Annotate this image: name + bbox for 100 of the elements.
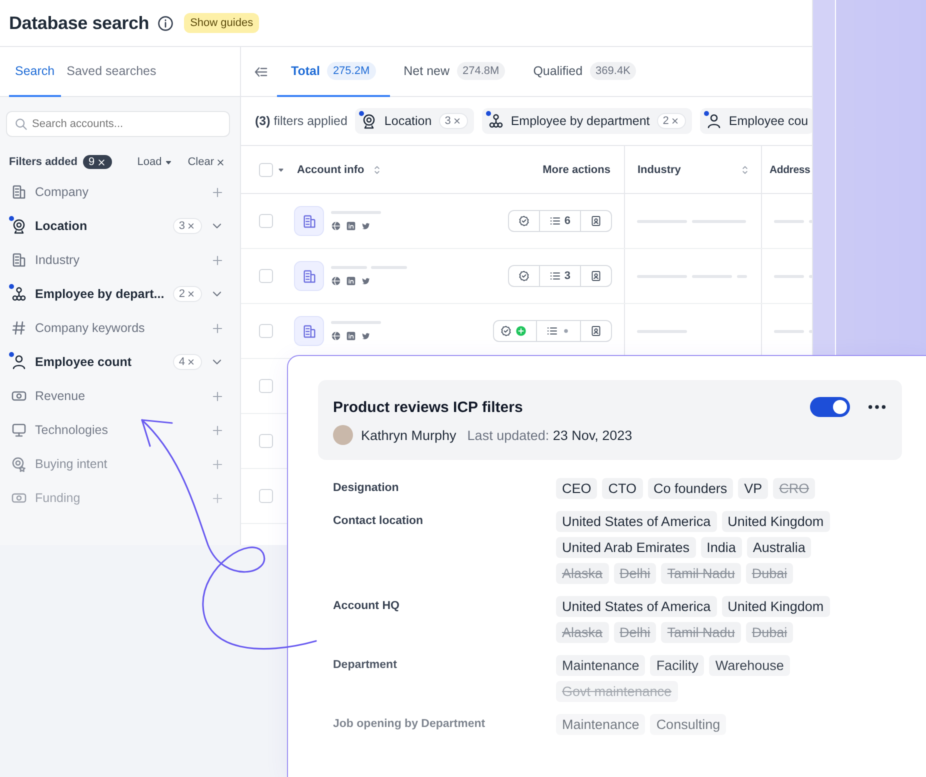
section-label: Department [333,658,398,673]
filter-count-badge: 9 [83,155,112,169]
square-logo-icon [346,221,356,231]
filter-tag: United Arab Emirates [556,537,696,558]
bird-icon [361,276,371,286]
add-icon [514,325,526,337]
close-icon [452,116,462,126]
plus-icon [211,492,224,504]
clear-button[interactable]: Clear [184,156,230,168]
filter-chip[interactable]: Employee by department 2 [482,108,692,134]
search-icon [14,117,28,131]
card-title: Product reviews ICP filters [333,398,524,416]
filter-tag: Tamil Nadu [661,563,741,584]
filter-tag: Warehouse [709,655,790,676]
plus-icon [211,322,224,334]
toggle-switch[interactable] [810,397,850,417]
filter-tag: Alaska [556,622,609,643]
monitor-icon [11,422,27,438]
filter-tag: Alaska [556,563,609,584]
plus-icon [211,458,224,470]
last-updated-text: Last updated: 23 Nov, 2023 [467,428,632,442]
row-checkbox[interactable] [259,324,273,338]
result-tab[interactable]: Qualified 369.4K [519,48,650,96]
filter-tag: CTO [602,478,643,499]
page-title: Database search [9,12,150,34]
column-header[interactable]: Industry [638,164,681,176]
filter-tag: Co founders [648,478,734,499]
row-checkbox[interactable] [259,434,273,448]
list-icon [549,215,562,227]
list-icon [549,270,562,282]
hash-icon [11,320,27,336]
more-options-button[interactable] [868,405,886,409]
active-dot [486,111,491,116]
plus-icon [211,424,224,436]
filter-item[interactable]: Employee count 4 [0,345,240,379]
row-checkbox[interactable] [259,379,273,393]
contact-card-icon [590,325,602,337]
result-tab[interactable]: Total 275.2M [277,48,390,96]
section-label: Contact location [333,514,424,529]
filter-chip[interactable]: Location 3 [355,108,474,134]
close-icon [186,357,196,367]
section-label: Job opening by Department [333,717,486,732]
list-icon [546,325,558,337]
filter-item[interactable]: Revenue [0,379,240,413]
column-header[interactable]: Address [770,164,810,176]
badge-check-icon [518,270,530,282]
filter-tag: United States of America [556,511,717,532]
sidebar-tab[interactable]: Saved searches [60,47,162,97]
bird-icon [361,331,371,341]
globe-icon [331,331,341,341]
close-icon [670,116,680,126]
count-badge: 3 [172,218,202,234]
active-dot [704,111,709,116]
result-tab[interactable]: Net new 274.8M [390,48,520,96]
row-checkbox[interactable] [259,269,273,283]
info-icon [157,14,174,32]
filter-chip[interactable]: Employee cou [700,108,812,134]
column-header[interactable]: Account info [297,164,364,176]
filter-tag: Consulting [650,714,726,735]
filter-item[interactable]: Employee by depart... 2 [0,277,240,311]
filter-item[interactable]: Location 3 [0,209,240,243]
filter-tag: Maintenance [556,655,646,676]
globe-icon [331,276,341,286]
square-logo-icon [346,331,356,341]
plus-icon [211,186,224,198]
filter-tag: Tamil Nadu [661,622,741,643]
globe-icon [331,221,341,231]
count-badge: 275.2M [326,62,376,80]
building-icon [302,214,316,228]
square-logo-icon [346,276,356,286]
row-checkbox[interactable] [259,489,273,503]
sidebar-tab[interactable]: Search [9,47,61,97]
search-field[interactable]: Search accounts... [6,111,230,137]
filter-item[interactable]: Technologies [0,413,240,447]
bird-icon [361,221,371,231]
count-badge: 369.4K [590,62,636,80]
close-icon [215,156,226,168]
count-badge: 2 [172,286,202,302]
row-checkbox[interactable] [259,214,273,228]
filter-item[interactable]: Industry [0,243,240,277]
select-all-checkbox[interactable] [259,162,273,176]
filter-tag: Govt maintenance [556,681,678,702]
show-guides-button[interactable]: Show guides [184,13,260,33]
badge-check-icon [518,215,530,227]
contact-card-icon [590,270,602,282]
filter-item[interactable]: Company keywords [0,311,240,345]
filter-item[interactable]: Company [0,175,240,209]
filters-applied-text: (3) filters applied [255,114,348,128]
load-button[interactable]: Load [133,156,178,168]
count-badge: 4 [172,354,202,370]
close-icon [186,289,196,299]
filter-tag: India [700,537,742,558]
filter-tag: Dubai [746,563,794,584]
list-action[interactable]: 6 [539,211,580,231]
close-icon [186,221,196,231]
filter-tag: CEO [556,478,598,499]
section-label: Designation [333,481,400,496]
count-badge: 2 [656,113,686,129]
filter-tag: Maintenance [556,714,646,735]
list-action[interactable]: 3 [539,266,580,286]
